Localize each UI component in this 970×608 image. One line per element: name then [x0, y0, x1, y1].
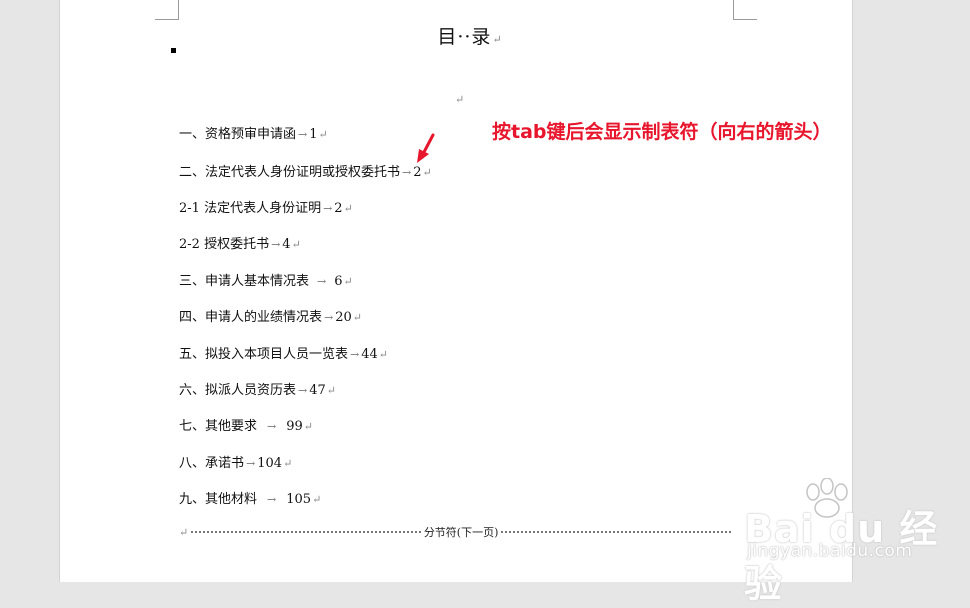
- crop-mark-top-right: [733, 0, 757, 20]
- tab-mark: →: [267, 420, 277, 433]
- paragraph-mark: ↵: [303, 420, 313, 433]
- toc-entry[interactable]: 2-2 授权委托书 → 4↵: [179, 233, 301, 252]
- tab-mark: →: [246, 457, 256, 470]
- paragraph-mark: ↵: [326, 384, 336, 397]
- paragraph-mark: ↵: [343, 275, 353, 288]
- baidu-jingyan-watermark: Bai du 经验 jingyan.baidu.com: [742, 478, 967, 606]
- paragraph-mark: ↵: [455, 93, 465, 106]
- toc-entry[interactable]: 九、其他材料 → 105↵: [179, 488, 321, 507]
- tab-mark: →: [298, 128, 308, 141]
- section-break-line-right: [501, 531, 731, 533]
- tab-mark: →: [298, 384, 308, 397]
- tab-mark: →: [317, 275, 327, 288]
- toc-entry-page: 2: [413, 165, 422, 180]
- paragraph-mark: ↵: [283, 457, 293, 470]
- toc-entry-page: 20: [335, 310, 352, 325]
- section-break-line-left: [191, 531, 421, 533]
- paragraph-mark: ↵: [422, 166, 432, 179]
- toc-entry[interactable]: 二、法定代表人身份证明或授权委托书 → 2↵: [179, 161, 432, 180]
- toc-entry[interactable]: 四、申请人的业绩情况表 → 20↵: [179, 306, 362, 325]
- toc-entry[interactable]: 七、其他要求 → 99↵: [179, 415, 313, 434]
- paragraph-mark: ↵: [179, 525, 189, 539]
- toc-entry-label: 七、其他要求: [179, 419, 258, 434]
- annotation-arrow-icon: [417, 133, 435, 163]
- toc-entry[interactable]: 2-1 法定代表人身份证明 → 2↵: [179, 197, 353, 216]
- toc-entry-label: 九、其他材料: [179, 492, 258, 507]
- toc-entry-page: 105: [286, 492, 312, 507]
- paragraph-mark: ↵: [352, 311, 362, 324]
- toc-entry[interactable]: 一、资格预审申请函 → 1↵: [179, 123, 328, 142]
- toc-entry-page: 99: [286, 419, 303, 434]
- toc-entry-page: 47: [309, 383, 326, 398]
- paragraph-mark: ↵: [492, 33, 503, 46]
- toc-entry-page: 6: [334, 274, 343, 289]
- toc-entry-page: 4: [282, 237, 291, 252]
- tab-mark: →: [350, 348, 360, 361]
- paragraph-mark: ↵: [378, 348, 388, 361]
- tab-mark: →: [267, 493, 277, 506]
- toc-entry[interactable]: 六、拟派人员资历表 → 47↵: [179, 379, 336, 398]
- annotation-text: 按tab键后会显示制表符（向右的箭头）: [492, 121, 832, 143]
- empty-paragraph[interactable]: ↵: [454, 88, 464, 107]
- toc-entry-label: 二、法定代表人身份证明或授权委托书: [179, 165, 401, 180]
- toc-entry-label: 六、拟派人员资历表: [179, 383, 297, 398]
- toc-entry-label: 八、承诺书: [179, 456, 245, 471]
- tab-mark: →: [402, 166, 412, 179]
- crop-mark-top-left: [155, 0, 179, 20]
- toc-entry-label: 五、拟投入本项目人员一览表: [179, 347, 349, 362]
- toc-entry-label: 2-1 法定代表人身份证明: [179, 201, 322, 216]
- toc-title[interactable]: 目··录↵: [400, 22, 540, 49]
- paragraph-anchor-marker: [171, 48, 176, 53]
- toc-entry-page: 1: [309, 127, 318, 142]
- section-break[interactable]: ↵ 分节符(下一页): [178, 525, 734, 539]
- watermark-url: jingyan.baidu.com: [747, 541, 913, 561]
- toc-entry-label: 2-2 授权委托书: [179, 237, 270, 252]
- toc-entry[interactable]: 三、申请人基本情况表 → 6↵: [179, 270, 353, 289]
- toc-entry-page: 2: [334, 201, 343, 216]
- section-break-label: 分节符(下一页): [423, 526, 499, 539]
- paragraph-mark: ↵: [343, 202, 353, 215]
- toc-entry-label: 三、申请人基本情况表: [179, 274, 310, 289]
- tab-mark: →: [271, 238, 281, 251]
- toc-entry[interactable]: 五、拟投入本项目人员一览表 → 44↵: [179, 343, 388, 362]
- paragraph-mark: ↵: [291, 238, 301, 251]
- toc-entry[interactable]: 八、承诺书 → 104↵: [179, 452, 292, 471]
- document-page[interactable]: 目··录↵ ↵ 一、资格预审申请函 → 1↵ 二、法定代表人身份证明或授权委托书 → 2…: [59, 0, 853, 582]
- toc-entry-page: 104: [257, 456, 283, 471]
- tab-mark: →: [324, 311, 334, 324]
- paragraph-mark: ↵: [318, 128, 328, 141]
- toc-entry-label: 四、申请人的业绩情况表: [179, 310, 323, 325]
- toc-entry-label: 一、资格预审申请函: [179, 127, 297, 142]
- paragraph-mark: ↵: [312, 493, 322, 506]
- tab-mark: →: [323, 202, 333, 215]
- toc-entry-page: 44: [361, 347, 378, 362]
